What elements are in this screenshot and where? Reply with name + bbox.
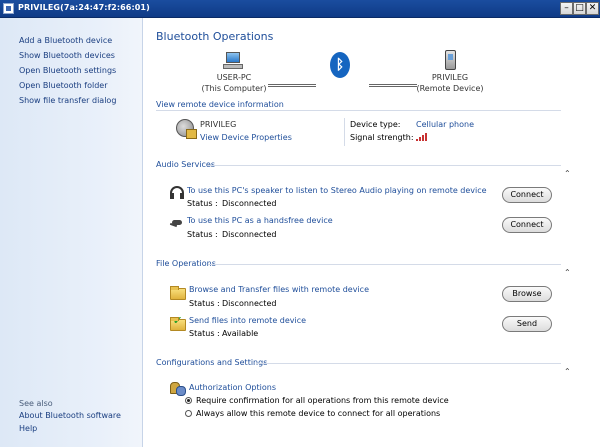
device-type-value: Cellular phone [416,120,475,129]
remote-device-subtitle: (Remote Device) [416,84,484,93]
about-bluetooth-software-link[interactable]: About Bluetooth software [19,411,121,420]
browse-status-label: Status : [189,299,220,308]
view-remote-device-info-link[interactable]: View remote device information [156,100,284,109]
send-files-link[interactable]: Send files into remote device [189,316,306,325]
bluetooth-icon: ᛒ [330,52,350,78]
browse-folder-icon [170,286,186,300]
open-bluetooth-settings-link[interactable]: Open Bluetooth settings [19,66,116,75]
require-confirmation-label[interactable]: Require confirmation for all operations … [196,396,449,405]
remote-device-label: PRIVILEG (Remote Device) [400,72,500,94]
maximize-button[interactable]: □ [573,2,586,15]
signal-strength-icon [416,133,428,141]
headphones-icon [170,186,184,199]
local-computer-label: USER-PC (This Computer) [184,72,284,94]
stereo-audio-connect-button[interactable]: Connect [502,187,552,203]
remote-device-icon [176,119,197,139]
handsfree-connect-button[interactable]: Connect [502,217,552,233]
file-operations-collapse-icon[interactable]: ⌃ [564,268,571,277]
minimize-button[interactable]: – [560,2,573,15]
file-operations-heading: File Operations [156,259,216,268]
always-allow-label[interactable]: Always allow this remote device to conne… [196,409,440,418]
authorization-icon [170,381,186,396]
authorization-options-link[interactable]: Authorization Options [189,383,276,392]
remote-device-name: PRIVILEG [431,73,469,82]
stereo-audio-status-label: Status : [187,199,218,208]
connection-line-left [268,84,316,87]
info-divider [344,118,345,146]
headset-icon [170,218,184,230]
handsfree-status-value: Disconnected [222,230,277,239]
add-bluetooth-device-link[interactable]: Add a Bluetooth device [19,36,112,45]
app-icon [3,3,14,14]
signal-strength-label: Signal strength: [350,133,414,142]
browse-status-value: Disconnected [222,299,277,308]
handsfree-link[interactable]: To use this PC as a handsfree device [187,216,333,225]
local-computer-name: USER-PC [216,73,252,82]
show-bluetooth-devices-link[interactable]: Show Bluetooth devices [19,51,115,60]
title-bar[interactable]: PRIVILEG(7a:24:47:f2:66:01) – □ ✕ [0,0,600,18]
require-confirmation-radio[interactable] [185,397,192,404]
help-link[interactable]: Help [19,424,37,433]
section-divider [208,165,561,166]
device-type-label: Device type: [350,120,401,129]
main-panel: Bluetooth Operations USER-PC (This Compu… [144,18,600,447]
always-allow-radio[interactable] [185,410,192,417]
configurations-collapse-icon[interactable]: ⌃ [564,367,571,376]
stereo-audio-status-value: Disconnected [222,199,277,208]
audio-services-heading: Audio Services [156,160,216,169]
send-button[interactable]: Send [502,316,552,332]
close-button[interactable]: ✕ [586,2,599,15]
browse-button[interactable]: Browse [502,286,552,302]
see-also-heading: See also [19,399,53,408]
page-title: Bluetooth Operations [156,30,274,43]
show-file-transfer-dialog-link[interactable]: Show file transfer dialog [19,96,116,105]
view-device-properties-link[interactable]: View Device Properties [200,133,292,142]
window-title: PRIVILEG(7a:24:47:f2:66:01) [18,3,150,12]
handsfree-status-label: Status : [187,230,218,239]
send-files-icon [170,314,186,331]
audio-services-collapse-icon[interactable]: ⌃ [564,169,571,178]
send-status-value: Available [222,329,259,338]
section-divider [208,264,561,265]
configurations-heading: Configurations and Settings [156,358,268,367]
remote-device-info-name: PRIVILEG [200,120,237,129]
stereo-audio-link[interactable]: To use this PC's speaker to listen to St… [187,186,487,195]
computer-icon [222,52,244,70]
browse-transfer-link[interactable]: Browse and Transfer files with remote de… [189,285,369,294]
task-sidebar: Add a Bluetooth device Show Bluetooth de… [0,18,143,447]
section-divider [156,110,561,111]
section-divider [256,363,561,364]
send-status-label: Status : [189,329,220,338]
open-bluetooth-folder-link[interactable]: Open Bluetooth folder [19,81,108,90]
phone-icon [445,50,456,70]
